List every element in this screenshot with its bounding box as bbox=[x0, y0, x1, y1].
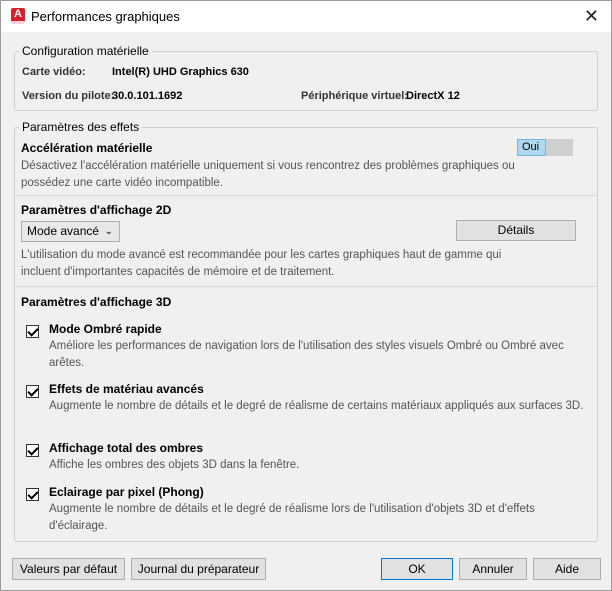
display-2d-title: Paramètres d'affichage 2D bbox=[21, 203, 172, 217]
display-3d-title: Paramètres d'affichage 3D bbox=[21, 295, 172, 309]
full-shadows-title: Affichage total des ombres bbox=[49, 441, 204, 455]
defaults-button[interactable]: Valeurs par défaut bbox=[12, 558, 125, 580]
driver-version-value: 30.0.101.1692 bbox=[112, 90, 183, 102]
display-2d-description: L'utilisation du mode avancé est recomma… bbox=[21, 249, 502, 278]
virtual-device-value: DirectX 12 bbox=[406, 90, 460, 102]
video-card-label: Carte vidéo: bbox=[22, 66, 86, 78]
full-shadows-checkbox[interactable] bbox=[26, 444, 39, 457]
display-2d-mode-value: Mode avancé bbox=[27, 224, 100, 238]
preparer-log-button[interactable]: Journal du préparateur bbox=[131, 558, 266, 580]
effects-settings-legend: Paramètres des effets bbox=[19, 120, 143, 134]
display-2d-mode-select[interactable]: Mode avancé ⌄ bbox=[21, 221, 120, 242]
help-button[interactable]: Aide bbox=[533, 558, 601, 580]
effects-settings-group: Paramètres des effets Accélération matér… bbox=[14, 120, 598, 542]
close-icon[interactable]: ✕ bbox=[584, 5, 599, 27]
advanced-materials-checkbox[interactable] bbox=[26, 385, 39, 398]
fast-shaded-title: Mode Ombré rapide bbox=[49, 322, 162, 336]
advanced-materials-description: Augmente le nombre de détails et le degr… bbox=[49, 400, 584, 412]
separator bbox=[16, 286, 596, 287]
hw-accel-title: Accélération matérielle bbox=[21, 141, 153, 155]
virtual-device-label: Périphérique virtuel: bbox=[301, 90, 408, 102]
chevron-down-icon: ⌄ bbox=[104, 226, 113, 237]
ok-button[interactable]: OK bbox=[381, 558, 453, 580]
hardware-config-legend: Configuration matérielle bbox=[19, 44, 152, 58]
details-button[interactable]: Détails bbox=[456, 220, 576, 241]
per-pixel-lighting-checkbox[interactable] bbox=[26, 488, 39, 501]
driver-version-label: Version du pilote: bbox=[22, 90, 115, 102]
cancel-button[interactable]: Annuler bbox=[459, 558, 527, 580]
fast-shaded-description: Améliore les performances de navigation … bbox=[49, 340, 564, 369]
window-title: Performances graphiques bbox=[31, 9, 180, 24]
separator bbox=[16, 195, 596, 196]
full-shadows-description: Affiche les ombres des objets 3D dans la… bbox=[49, 459, 300, 471]
title-bar: A Performances graphiques ✕ bbox=[1, 1, 611, 32]
fast-shaded-checkbox[interactable] bbox=[26, 325, 39, 338]
graphics-performance-dialog: A Performances graphiques ✕ Configuratio… bbox=[0, 0, 612, 591]
advanced-materials-title: Effets de matériau avancés bbox=[49, 382, 204, 396]
autocad-app-icon: A bbox=[11, 8, 25, 24]
hw-accel-description: Désactivez l'accélération matérielle uni… bbox=[21, 160, 515, 189]
hw-accel-toggle[interactable]: Oui bbox=[517, 139, 573, 156]
per-pixel-lighting-title: Eclairage par pixel (Phong) bbox=[49, 485, 204, 499]
per-pixel-lighting-description: Augmente le nombre de détails et le degr… bbox=[49, 503, 535, 532]
hw-accel-toggle-value: Oui bbox=[517, 139, 546, 156]
hardware-config-group: Configuration matérielle Carte vidéo: In… bbox=[14, 44, 598, 111]
video-card-value: Intel(R) UHD Graphics 630 bbox=[112, 66, 249, 78]
